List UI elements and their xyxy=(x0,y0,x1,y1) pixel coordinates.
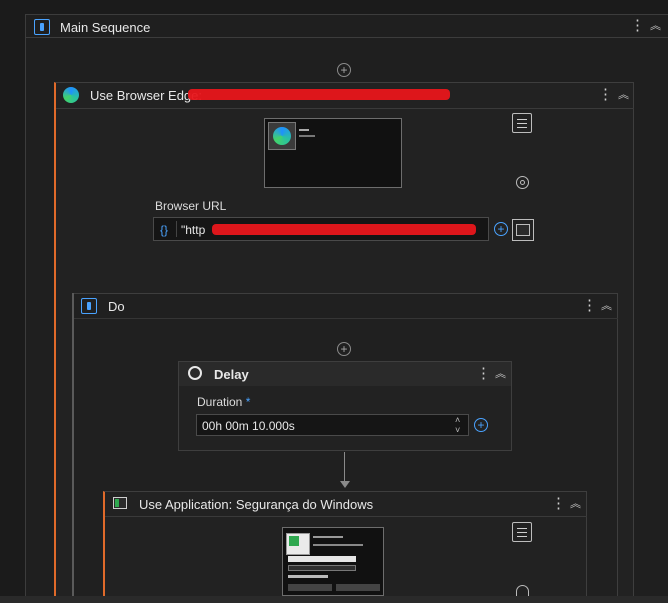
application-window-icon xyxy=(113,497,127,509)
browser-window-icon[interactable] xyxy=(512,219,534,241)
target-icon[interactable] xyxy=(516,176,529,189)
chevron-down-icon[interactable]: ˅ xyxy=(455,425,460,435)
delay-title: Delay xyxy=(214,367,249,382)
redacted-browser-title xyxy=(188,89,450,100)
sequence-icon xyxy=(81,298,97,314)
duration-value: 00h 00m 10.000s xyxy=(202,419,295,433)
collapse-chevron-icon[interactable]: ︽ xyxy=(570,498,581,510)
horizontal-scrollbar[interactable] xyxy=(0,596,668,603)
divider xyxy=(25,37,668,38)
divider xyxy=(105,516,587,517)
chevron-up-icon[interactable]: ˄ xyxy=(455,415,460,425)
divider xyxy=(56,108,634,109)
add-icon[interactable]: + xyxy=(494,222,508,236)
more-options-icon[interactable]: ⋮ xyxy=(582,298,597,313)
more-options-icon[interactable]: ⋮ xyxy=(598,87,613,102)
url-prefix-text: "http xyxy=(181,223,206,237)
thumbnail-app-icon xyxy=(268,122,296,150)
application-screenshot-thumbnail[interactable] xyxy=(282,527,384,596)
browser-url-label: Browser URL xyxy=(155,199,227,213)
browser-card-title: Use Browser Edge: xyxy=(90,88,202,103)
more-options-icon[interactable]: ⋮ xyxy=(476,366,491,381)
duration-input[interactable]: 00h 00m 10.000s ˄ ˅ xyxy=(196,414,469,436)
edge-icon xyxy=(63,87,79,103)
collapse-chevron-icon[interactable]: ︽ xyxy=(495,368,506,380)
browser-url-field[interactable]: {} "http xyxy=(153,217,489,241)
add-activity-icon[interactable]: + xyxy=(337,63,351,77)
divider xyxy=(74,318,618,319)
add-activity-icon[interactable]: + xyxy=(337,342,351,356)
sequence-icon xyxy=(34,19,50,35)
do-title: Do xyxy=(108,299,125,314)
use-application-title: Use Application: Segurança do Windows xyxy=(139,497,374,512)
target-icon[interactable] xyxy=(516,585,529,596)
collapse-chevron-icon[interactable]: ︽ xyxy=(601,300,612,312)
duration-label: Duration * xyxy=(197,395,251,409)
menu-icon[interactable] xyxy=(512,522,532,542)
more-options-icon[interactable]: ⋮ xyxy=(551,496,566,511)
expression-brace-icon: {} xyxy=(160,223,169,237)
redacted-url xyxy=(212,224,476,235)
collapse-chevron-icon[interactable]: ︽ xyxy=(618,89,629,101)
collapse-chevron-icon[interactable]: ︽ xyxy=(650,20,661,32)
connector-line xyxy=(344,452,345,482)
main-sequence-title: Main Sequence xyxy=(60,20,151,35)
clock-icon xyxy=(188,366,202,380)
menu-icon[interactable] xyxy=(512,113,532,133)
required-mark: * xyxy=(245,395,251,409)
add-icon[interactable]: + xyxy=(474,418,488,432)
more-options-icon[interactable]: ⋮ xyxy=(630,18,645,33)
connector-arrow-icon xyxy=(340,481,350,488)
browser-screenshot-thumbnail[interactable] xyxy=(264,118,402,188)
